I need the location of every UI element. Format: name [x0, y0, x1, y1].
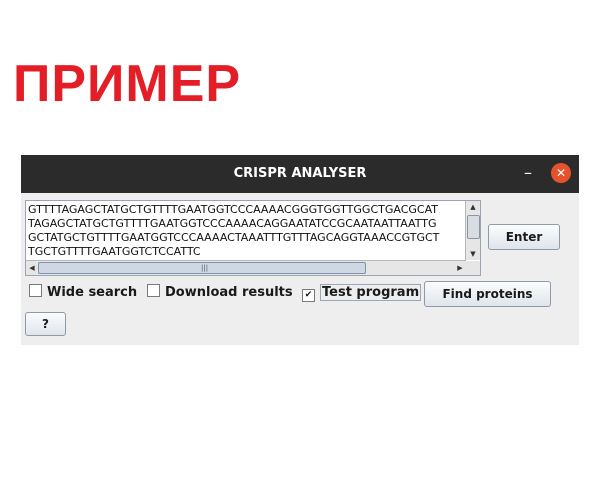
- scroll-down-icon[interactable]: ▼: [466, 248, 480, 260]
- sequence-textarea[interactable]: GTTTTAGAGCTATGCTGTTTTGAATGGTCCCAAAACGGGT…: [25, 200, 481, 276]
- sequence-line: TGCTGTTTTGAATGGTCTCCATTC: [28, 245, 201, 258]
- scroll-left-icon[interactable]: ◀: [26, 261, 38, 275]
- help-button[interactable]: ?: [25, 312, 66, 336]
- wide-search-checkbox[interactable]: Wide search: [29, 284, 137, 302]
- download-results-label: Download results: [165, 285, 293, 300]
- wide-search-box[interactable]: [29, 284, 42, 297]
- app-window: CRISPR ANALYSER – ✕ GTTTTAGAGCTATGCTGTTT…: [21, 155, 579, 345]
- sequence-text[interactable]: GTTTTAGAGCTATGCTGTTTTGAATGGTCCCAAAACGGGT…: [28, 203, 466, 260]
- find-proteins-button[interactable]: Find proteins: [424, 281, 551, 307]
- window-title: CRISPR ANALYSER: [233, 166, 367, 181]
- scroll-corner: [466, 261, 480, 275]
- wide-search-label: Wide search: [47, 285, 138, 300]
- vertical-scrollbar[interactable]: ▲ ▼: [465, 201, 480, 260]
- download-results-checkbox[interactable]: Download results: [147, 284, 293, 302]
- download-results-box[interactable]: [147, 284, 160, 297]
- banner-title: ПРИМЕР: [13, 55, 242, 113]
- enter-button[interactable]: Enter: [488, 224, 560, 250]
- sequence-line: GTTTTAGAGCTATGCTGTTTTGAATGGTCCCAAAACGGGT…: [28, 203, 438, 216]
- scroll-up-icon[interactable]: ▲: [466, 201, 480, 213]
- check-icon[interactable]: ✔: [302, 289, 315, 302]
- test-program-label: Test program: [320, 284, 422, 301]
- test-program-checkbox[interactable]: ✔ Test program: [302, 284, 422, 302]
- vertical-scroll-thumb[interactable]: [467, 215, 480, 239]
- horizontal-scrollbar[interactable]: ◀ ||| ▶: [26, 260, 466, 275]
- scroll-right-icon[interactable]: ▶: [454, 261, 466, 275]
- sequence-line: TAGAGCTATGCTGTTTTGAATGGTCCCAAAACAGGAATAT…: [28, 217, 437, 230]
- title-bar[interactable]: CRISPR ANALYSER – ✕: [21, 155, 579, 193]
- minimize-icon[interactable]: –: [521, 164, 535, 182]
- sequence-line: GCTATGCTGTTTTGAATGGTCCCAAAACTAAATTTGTTTA…: [28, 231, 440, 244]
- grip-icon: |||: [201, 264, 209, 272]
- horizontal-scroll-thumb[interactable]: |||: [38, 262, 366, 274]
- close-icon[interactable]: ✕: [551, 163, 571, 183]
